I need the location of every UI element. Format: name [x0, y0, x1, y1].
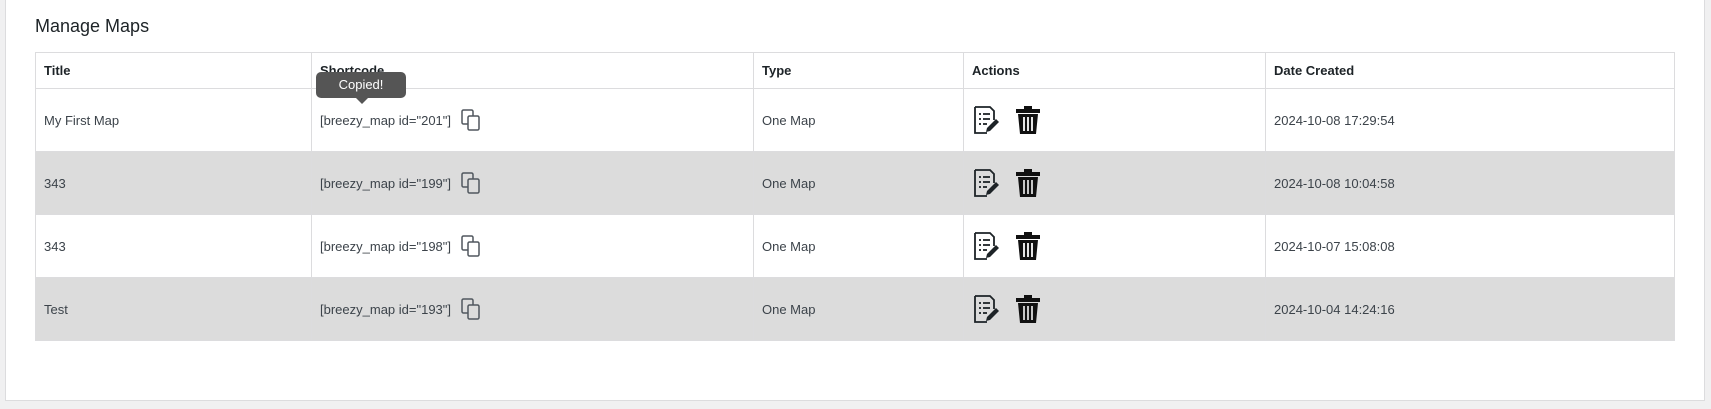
- map-type-cell: One Map: [753, 88, 964, 152]
- actions-cell: [963, 88, 1266, 152]
- map-title-cell: 343: [35, 151, 312, 215]
- edit-icon[interactable]: [972, 168, 1000, 198]
- table-row: Test [breezy_map id="193"] One Map 2024-…: [35, 277, 1675, 341]
- shortcode-cell: [breezy_map id="198"]: [311, 214, 754, 278]
- shortcode-cell: [breezy_map id="193"]: [311, 277, 754, 341]
- table-row: My First Map [breezy_map id="201"] One M…: [35, 88, 1675, 152]
- column-header-title: Title: [35, 52, 312, 89]
- copy-icon[interactable]: [461, 109, 481, 131]
- column-header-date: Date Created: [1265, 52, 1675, 89]
- table-row: 343 [breezy_map id="198"] One Map 2024-1…: [35, 214, 1675, 278]
- table-header-row: Title Shortcode Type Actions Date Create…: [35, 52, 1675, 89]
- map-title-cell: Test: [35, 277, 312, 341]
- maps-table: Title Shortcode Type Actions Date Create…: [35, 52, 1675, 341]
- map-type-cell: One Map: [753, 277, 964, 341]
- trash-icon[interactable]: [1014, 105, 1042, 135]
- map-title-cell: 343: [35, 214, 312, 278]
- date-created-cell: 2024-10-08 17:29:54: [1265, 88, 1675, 152]
- date-created-cell: 2024-10-08 10:04:58: [1265, 151, 1675, 215]
- shortcode-text: [breezy_map id="198"]: [320, 238, 452, 254]
- map-title-cell: My First Map: [35, 88, 312, 152]
- edit-icon[interactable]: [972, 231, 1000, 261]
- shortcode-cell: [breezy_map id="199"]: [311, 151, 754, 215]
- map-type-cell: One Map: [753, 214, 964, 278]
- copied-tooltip: Copied!: [316, 72, 406, 104]
- trash-icon[interactable]: [1014, 168, 1042, 198]
- trash-icon[interactable]: [1014, 294, 1042, 324]
- copy-icon[interactable]: [461, 235, 481, 257]
- shortcode-text: [breezy_map id="193"]: [320, 301, 452, 317]
- date-created-cell: 2024-10-07 15:08:08: [1265, 214, 1675, 278]
- actions-cell: [963, 214, 1266, 278]
- column-header-type: Type: [753, 52, 964, 89]
- edit-icon[interactable]: [972, 294, 1000, 324]
- table-row: 343 [breezy_map id="199"] One Map 2024-1…: [35, 151, 1675, 215]
- shortcode-text: [breezy_map id="201"]: [320, 112, 452, 128]
- page-title: Manage Maps: [35, 16, 150, 36]
- copy-icon[interactable]: [461, 298, 481, 320]
- actions-cell: [963, 277, 1266, 341]
- date-created-cell: 2024-10-04 14:24:16: [1265, 277, 1675, 341]
- copy-icon[interactable]: [461, 172, 481, 194]
- trash-icon[interactable]: [1014, 231, 1042, 261]
- map-type-cell: One Map: [753, 151, 964, 215]
- column-header-actions: Actions: [963, 52, 1266, 89]
- actions-cell: [963, 151, 1266, 215]
- edit-icon[interactable]: [972, 105, 1000, 135]
- shortcode-text: [breezy_map id="199"]: [320, 175, 452, 191]
